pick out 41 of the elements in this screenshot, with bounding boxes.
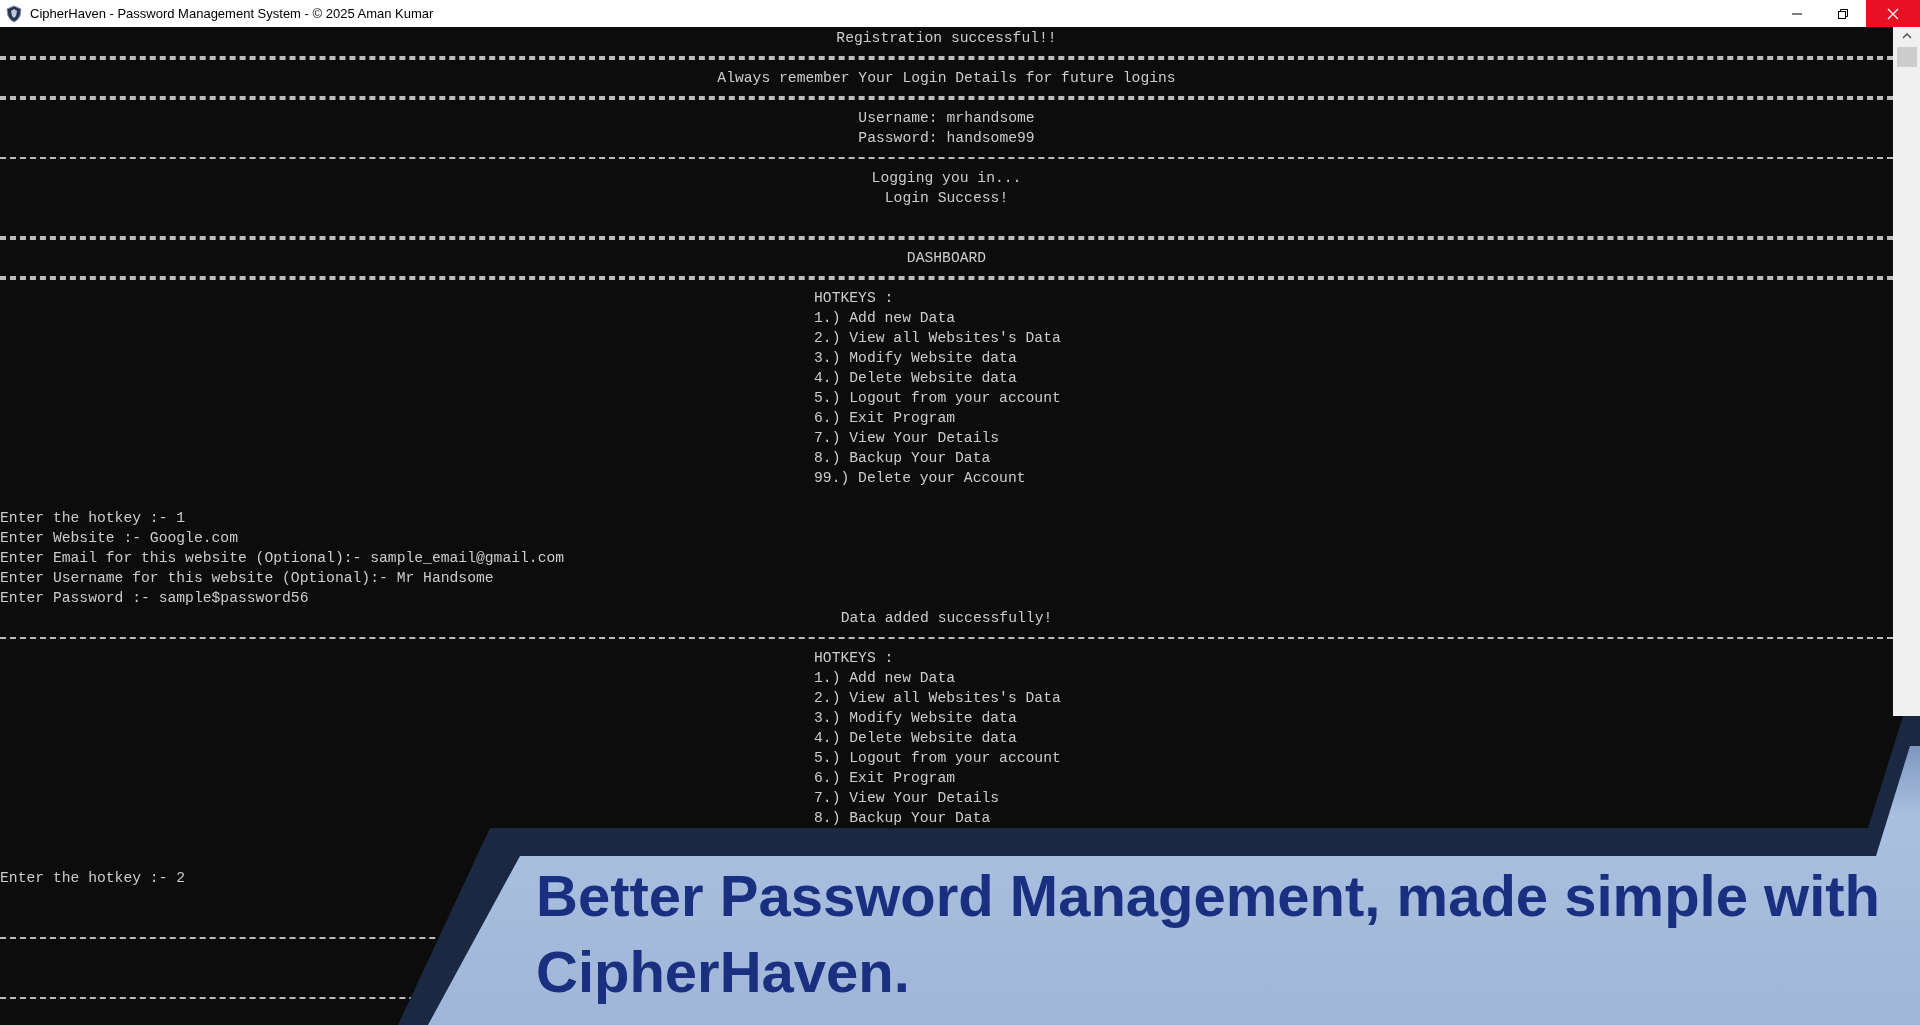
menu-option: 2.) View all Websites's Data [814, 330, 1061, 346]
menu-option: 2.) View all Websites's Data [814, 690, 1061, 706]
menu-option: 7.) View Your Details [814, 430, 1000, 446]
menu-option: 5.) Logout from your account [814, 750, 1061, 766]
console-text: Login Success! [884, 189, 1009, 208]
menu-option: 6.) Exit Program [814, 770, 956, 786]
console-text: Password: handsome99 [858, 129, 1035, 148]
console-text: Enter the hotkey :- 1 [0, 510, 186, 526]
menu-option: 3.) Modify Website data [814, 350, 1017, 366]
shield-icon [6, 4, 22, 23]
console-text: Enter Password :- sample$password56 [0, 590, 309, 606]
menu-option: 8.) Backup Your Data [814, 810, 991, 826]
console-text: Enter Username for this website (Optional):- Mr Handsome [0, 570, 494, 586]
console-text: Logging you in... [871, 169, 1022, 188]
menu-option: HOTKEYS : [814, 290, 894, 306]
console-text: DASHBOARD [906, 249, 987, 268]
console-text: Username: mrhandsome [858, 109, 1035, 128]
menu-option: 1.) Add new Data [814, 310, 956, 326]
scrollbar-thumb[interactable] [1896, 47, 1917, 67]
console-text: Always remember Your Login Details for future logins [717, 69, 1176, 88]
window-title: CipherHaven - Password Management System - © 2025 Aman Kumar [30, 4, 434, 23]
console-text: Enter Website :- Google.com [0, 530, 238, 546]
menu-option: 1.) Add new Data [814, 670, 956, 686]
close-icon [1887, 7, 1899, 20]
menu-option: 8.) Backup Your Data [814, 450, 991, 466]
menu-option: 3.) Modify Website data [814, 710, 1017, 726]
console-text: Registration successful!! [836, 29, 1057, 48]
menu-option: 7.) View Your Details [814, 790, 1000, 806]
menu-option: 5.) Logout from your account [814, 390, 1061, 406]
console-text: Enter the hotkey :- 2 [0, 870, 186, 886]
menu-option: 4.) Delete Website data [814, 730, 1017, 746]
restore-icon [1838, 8, 1848, 19]
menu-option: 4.) Delete Website data [814, 370, 1017, 386]
menu-option: 99.) Delete your Account [814, 470, 1026, 486]
menu-option: HOTKEYS : [814, 650, 894, 666]
menu-option: 6.) Exit Program [814, 410, 956, 426]
console-text: Data added successfully! [840, 609, 1053, 628]
banner-slogan: Better Password Management, made simple with CipherHaven. [536, 862, 1882, 1006]
scroll-up-icon[interactable] [1901, 33, 1912, 39]
scrollbar[interactable] [1893, 27, 1920, 716]
console-text: Enter Email for this website (Optional):- sample_email@gmail.com [0, 550, 565, 566]
